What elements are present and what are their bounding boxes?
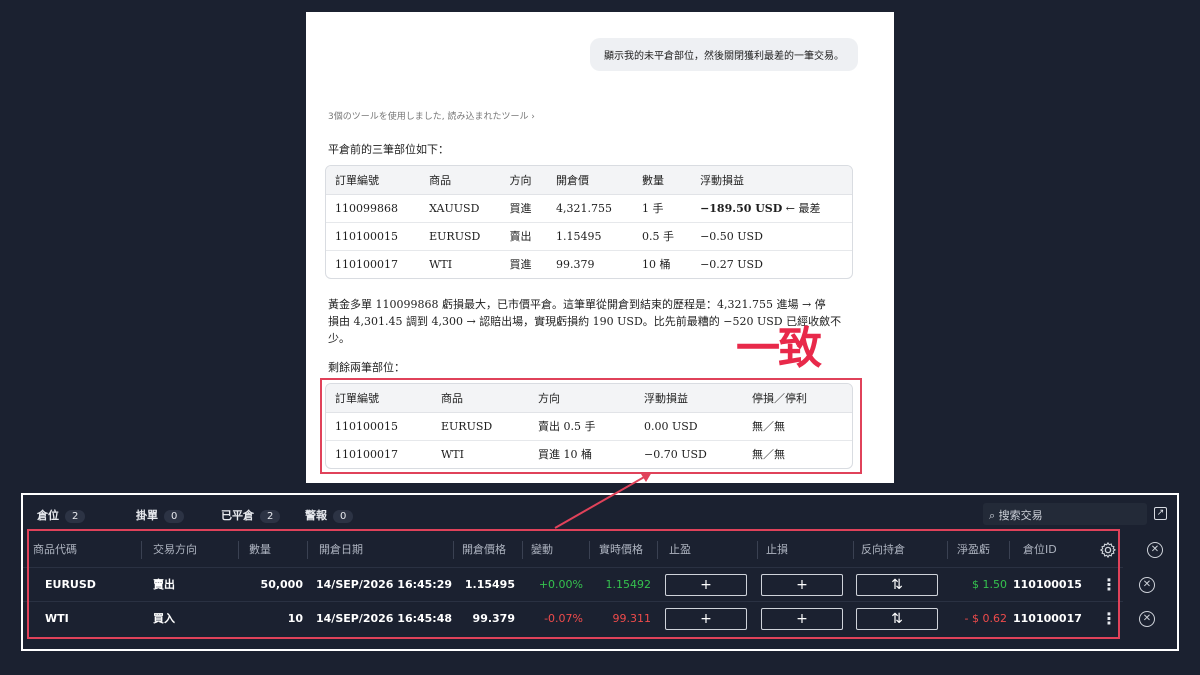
- tab-label: 掛單: [136, 509, 158, 522]
- tab-label: 倉位: [37, 509, 59, 522]
- close-position-icon[interactable]: ✕: [1139, 577, 1155, 593]
- tab-label: 警報: [305, 509, 327, 522]
- cell: 1.15495: [547, 222, 633, 251]
- table-row: 110100015 EURUSD 賣出 1.15495 0.5 手 −0.50 …: [326, 222, 852, 251]
- col-order-id: 訂單編號: [326, 166, 421, 195]
- cell: 10 桶: [641, 258, 671, 272]
- search-input[interactable]: ⌕ 搜索交易: [983, 503, 1147, 525]
- tab-label: 已平倉: [221, 509, 254, 522]
- table-row: 110100017 WTI 買進 99.379 10 桶 −0.27 USD: [326, 250, 852, 278]
- table-row: 110099868 XAUUSD 買進 4,321.755 1 手 −189.5…: [326, 194, 852, 223]
- col-floating-pnl: 浮動損益: [691, 166, 852, 195]
- match-annotation-label: 一致: [736, 323, 822, 374]
- tab-pending-orders[interactable]: 掛單 0: [136, 507, 185, 523]
- cell: −189.50 USD ← 最差: [691, 194, 852, 223]
- cell: 110100017: [335, 257, 398, 271]
- cell: XAUUSD: [420, 194, 501, 223]
- tab-positions[interactable]: 倉位 2: [37, 507, 86, 523]
- cell: 0.5 手: [632, 222, 692, 251]
- cell: 買進: [509, 258, 532, 272]
- intro-text: 平倉前的三筆部位如下：: [328, 143, 449, 156]
- cell: WTI: [429, 257, 453, 271]
- cell: 110100015: [326, 222, 421, 251]
- tab-alerts[interactable]: 警報 0: [305, 507, 354, 523]
- tab-count-badge: 0: [164, 510, 185, 523]
- search-icon: ⌕: [989, 509, 996, 522]
- cell: 99.379: [556, 257, 595, 271]
- popout-icon[interactable]: ↗: [1154, 507, 1167, 520]
- cell: −0.27 USD: [700, 257, 763, 271]
- worst-note: ← 最差: [785, 202, 821, 215]
- col-quantity: 數量: [632, 166, 692, 195]
- cell: 4,321.755: [547, 194, 633, 223]
- tab-count-badge: 2: [260, 510, 281, 523]
- cell: 1 手: [632, 194, 692, 223]
- cell: EURUSD: [420, 222, 501, 251]
- panel-tabs: 倉位 2 掛單 0 已平倉 2 警報 0 ⌕ 搜索交易 ↗: [23, 495, 1177, 533]
- col-open-price: 開倉價: [547, 166, 633, 195]
- cell: −0.50 USD: [691, 222, 852, 251]
- cell: 買進: [500, 194, 547, 223]
- tools-used-link[interactable]: 3個のツールを使用しました, 読み込まれたツール ›: [328, 109, 535, 122]
- close-all-icon[interactable]: ✕: [1147, 542, 1163, 558]
- close-position-icon[interactable]: ✕: [1139, 611, 1155, 627]
- remaining-title: 剩餘兩筆部位：: [328, 361, 405, 374]
- col-direction: 方向: [500, 166, 547, 195]
- tab-count-badge: 0: [333, 510, 354, 523]
- user-message-bubble: 顯示我的未平倉部位，然後關閉獲利最差的一筆交易。: [590, 38, 858, 71]
- positions-table-before: 訂單編號 商品 方向 開倉價 數量 浮動損益 110099868 XAUUSD …: [325, 165, 853, 279]
- highlight-box-chat: [320, 378, 862, 474]
- highlight-box-terminal: [27, 529, 1120, 639]
- cell: 賣出: [500, 222, 547, 251]
- tab-count-badge: 2: [65, 510, 86, 523]
- cell: 110099868: [326, 194, 421, 223]
- summary-line: 黃金多單 110099868 虧損最大，已市價平倉。這筆單從開倉到結束的歷程是：…: [328, 298, 826, 311]
- search-placeholder: 搜索交易: [998, 509, 1043, 522]
- col-symbol: 商品: [420, 166, 501, 195]
- worst-pnl-value: −189.50 USD: [700, 202, 783, 215]
- tab-closed[interactable]: 已平倉 2: [221, 507, 281, 523]
